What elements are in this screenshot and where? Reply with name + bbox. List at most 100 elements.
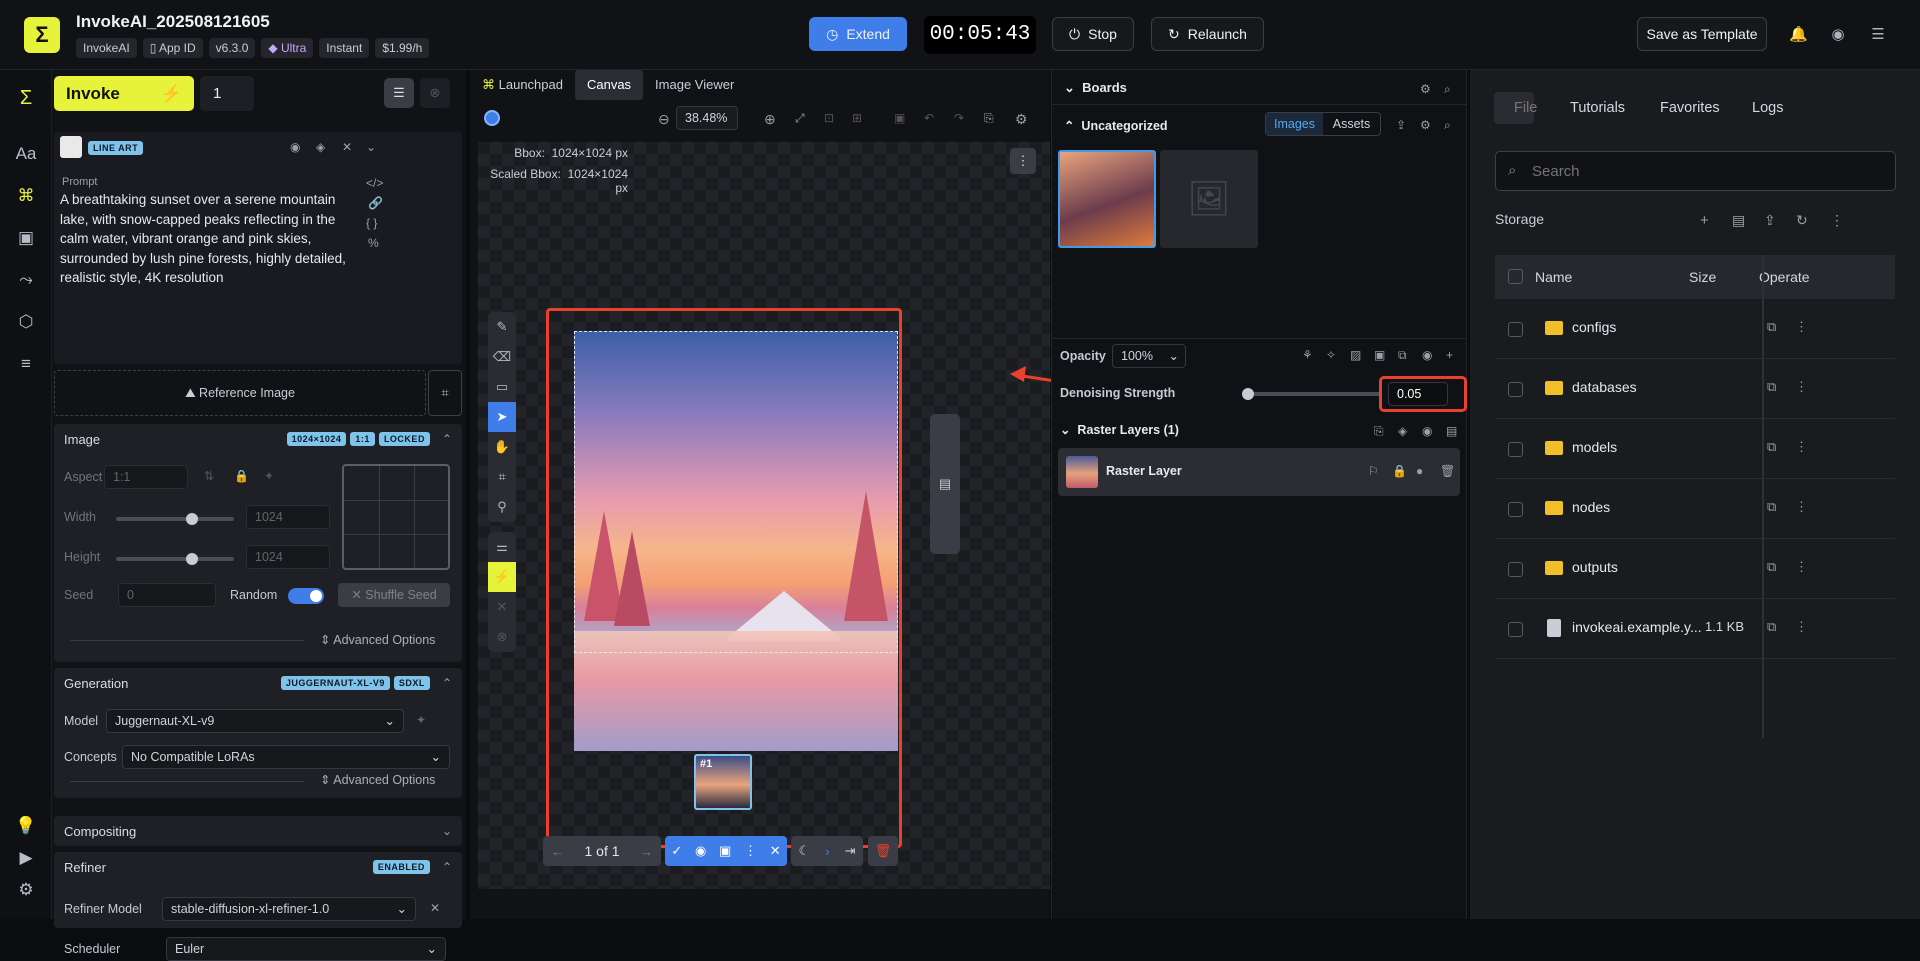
discard-icon[interactable]: ✕	[770, 843, 781, 859]
copy-icon[interactable]: ⧉	[1767, 499, 1776, 515]
refresh-icon[interactable]: ↻	[1796, 212, 1808, 229]
more-icon[interactable]: ⋮	[1795, 379, 1808, 395]
image-panel-toggle[interactable]: ▤	[930, 414, 960, 554]
redo-icon[interactable]: ↷	[954, 111, 964, 125]
close-icon[interactable]: ✕	[430, 901, 440, 915]
fit-icon[interactable]: ⤢	[795, 111, 805, 126]
upload-icon[interactable]: ⇪	[1396, 118, 1406, 132]
reference-image-button[interactable]: ⛰ Reference Image	[54, 370, 426, 416]
shuffle-seed-button[interactable]: ✕ Shuffle Seed	[338, 583, 450, 607]
row-checkbox[interactable]	[1508, 442, 1523, 457]
move-icon[interactable]: ➤	[488, 402, 516, 432]
more-icon[interactable]: ⋮	[1830, 212, 1844, 229]
lock-icon[interactable]: 🔒	[234, 469, 249, 483]
braces-icon[interactable]: { }	[366, 216, 377, 230]
close-icon[interactable]: ✕	[342, 140, 352, 154]
more-icon[interactable]: ⋮	[744, 843, 757, 859]
copy-icon[interactable]: ⧉	[1767, 379, 1776, 395]
copy-icon[interactable]: ⧉	[1767, 439, 1776, 455]
search-icon[interactable]: ⌕	[1444, 82, 1451, 97]
advanced-options-toggle[interactable]: ⇕ Advanced Options	[320, 632, 435, 647]
relaunch-button[interactable]: ↻ Relaunch	[1151, 17, 1264, 51]
chevron-up-icon[interactable]: ⌃	[442, 860, 452, 874]
queue-icon[interactable]: ≡	[12, 350, 40, 378]
width-slider[interactable]	[116, 513, 234, 525]
stop-button[interactable]: ⏻ Stop	[1052, 17, 1134, 51]
copy-icon[interactable]: ⧉	[1767, 559, 1776, 575]
wand-icon[interactable]: ✧	[1326, 348, 1336, 362]
discord-icon[interactable]: ◉	[1829, 26, 1847, 44]
tab-canvas[interactable]: Canvas	[574, 70, 644, 100]
more-icon[interactable]: ⋮	[1795, 619, 1808, 635]
chevron-down-icon[interactable]: ⌄	[366, 140, 376, 154]
eye-icon[interactable]: ◉	[1422, 348, 1432, 362]
color-swatch[interactable]	[484, 110, 500, 126]
accept-icon[interactable]: ✓	[671, 843, 682, 859]
sparkle-icon[interactable]: ✦	[416, 713, 426, 727]
add-layer-icon[interactable]: ⎘	[1374, 424, 1384, 439]
tab-images[interactable]: Images	[1266, 113, 1323, 135]
tab-assets[interactable]: Assets	[1323, 113, 1380, 135]
more-icon[interactable]: ⋮	[1795, 499, 1808, 515]
zoom-select[interactable]: 38.48%	[676, 106, 738, 130]
col-name[interactable]: Name	[1535, 269, 1572, 285]
code-icon[interactable]: </>	[366, 176, 383, 190]
eyedropper-icon[interactable]: ⚲	[488, 492, 516, 522]
aspect-select[interactable]: 1:1	[104, 465, 188, 489]
bookmark-icon[interactable]: ⚐	[1368, 464, 1379, 478]
add-icon[interactable]: +	[1446, 348, 1453, 362]
settings-icon[interactable]: ⚙	[1420, 82, 1431, 96]
tab-logs[interactable]: Logs	[1752, 100, 1783, 116]
lock-icon[interactable]: 🔒	[1392, 464, 1407, 478]
youtube-icon[interactable]: ▶	[12, 844, 40, 872]
delete-icon[interactable]: ▤	[1446, 424, 1457, 438]
menu-toggle-icon[interactable]: ☰	[384, 78, 414, 108]
search-field[interactable]: ⌕	[1495, 151, 1896, 191]
seed-input[interactable]: 0	[118, 583, 216, 607]
staging-thumb[interactable]: #1	[694, 754, 752, 810]
boards-header[interactable]: ⌄ Boards	[1064, 80, 1127, 96]
table-row[interactable]: nodes ⧉ ⋮	[1495, 479, 1895, 539]
zoom-in-icon[interactable]: ⊕	[764, 111, 776, 128]
tag-app-id[interactable]: ▯ App ID	[142, 38, 203, 58]
save-template-button[interactable]: Save as Template	[1637, 17, 1767, 51]
zoom-out-icon[interactable]: ⊖	[658, 111, 670, 128]
next-icon[interactable]: →	[640, 844, 653, 859]
undo-icon[interactable]: ↶	[924, 111, 934, 125]
random-toggle[interactable]	[288, 588, 324, 604]
chevron-up-icon[interactable]: ⌃	[442, 432, 452, 446]
table-row[interactable]: invokeai.example.y... 1.1 KB ⧉ ⋮	[1495, 599, 1895, 659]
rect-icon[interactable]: ▭	[488, 372, 516, 402]
table-row[interactable]: models ⧉ ⋮	[1495, 419, 1895, 479]
gallery-image[interactable]	[1058, 150, 1156, 248]
workflow-icon[interactable]: ⤳	[12, 266, 40, 294]
width-input[interactable]: 1024	[246, 505, 330, 529]
eye-icon[interactable]: ◉	[1422, 424, 1432, 438]
extend-button[interactable]: ◷ Extend	[809, 17, 907, 51]
raster-layers-header[interactable]: ⌄ Raster Layers (1)	[1060, 422, 1179, 437]
brush-icon[interactable]: ✎	[488, 312, 516, 342]
height-slider[interactable]	[116, 553, 234, 565]
board-header[interactable]: ⌃ Uncategorized	[1064, 118, 1168, 133]
prompt-textarea[interactable]: A breathtaking sunset over a serene moun…	[60, 190, 360, 288]
scheduler-select[interactable]: Euler ⌄	[166, 937, 446, 961]
advanced-options-toggle[interactable]: ⇕ Advanced Options	[320, 772, 435, 787]
layers-icon[interactable]: ◈	[316, 140, 325, 154]
bbox-tool-icon[interactable]: ⌗	[488, 462, 516, 492]
copy-icon[interactable]: ⧉	[1767, 319, 1776, 335]
table-row[interactable]: databases ⧉ ⋮	[1495, 359, 1895, 419]
bell-icon[interactable]: 🔔	[1789, 26, 1808, 44]
refiner-model-select[interactable]: stable-diffusion-xl-refiner-1.0 ⌄	[162, 897, 416, 921]
hand-icon[interactable]: ✋	[488, 432, 516, 462]
lightbulb-icon[interactable]: 💡	[12, 812, 40, 840]
save-icon[interactable]: ▣	[719, 843, 731, 859]
search-input[interactable]	[1532, 160, 1882, 182]
last-icon[interactable]: ⇥	[845, 843, 856, 859]
chevron-up-icon[interactable]: ⌃	[442, 676, 452, 690]
eraser-icon[interactable]: ⌫	[488, 342, 516, 372]
invoke-button[interactable]: Invoke ⚡	[54, 76, 194, 111]
concepts-select[interactable]: No Compatible LoRAs ⌄	[122, 745, 450, 769]
eye-icon[interactable]: ◉	[695, 843, 706, 859]
tab-favorites[interactable]: Favorites	[1660, 100, 1720, 116]
lightning-icon[interactable]: ⚡	[488, 562, 516, 592]
